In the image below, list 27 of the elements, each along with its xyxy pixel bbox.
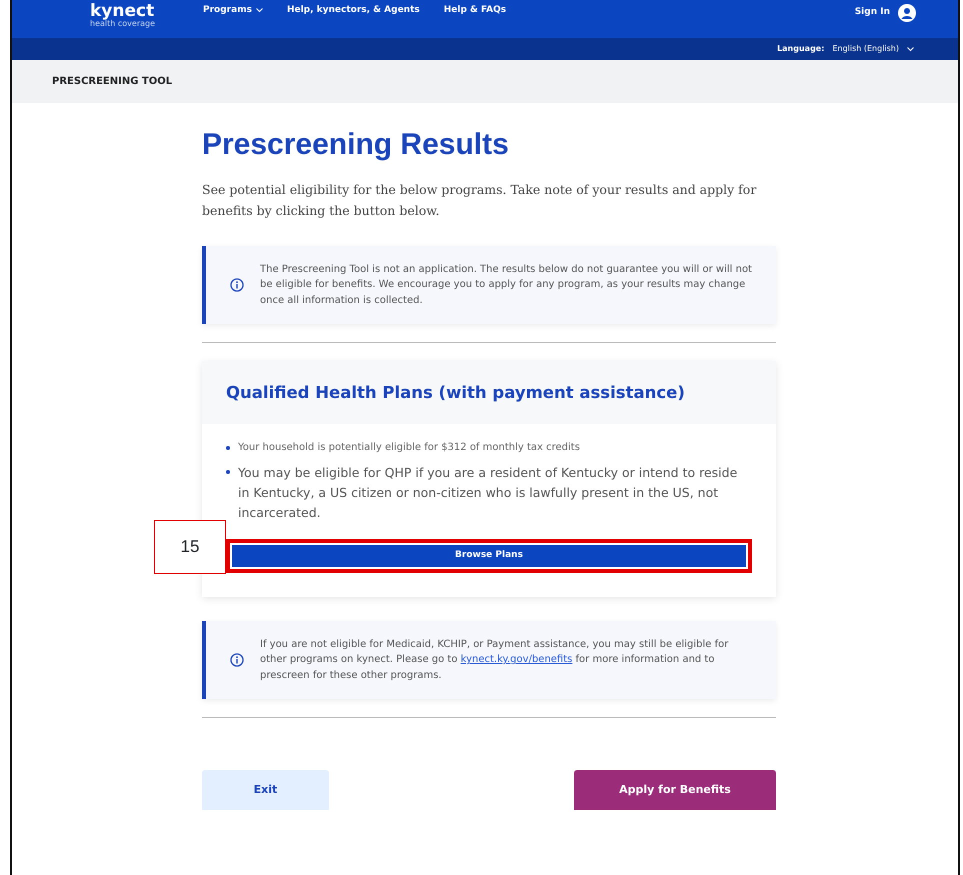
bullet-icon [226,470,230,474]
benefits-link[interactable]: kynect.ky.gov/benefits [460,654,572,666]
bullet-icon [226,446,230,450]
bullet-text: Your household is potentially eligible for $312 of monthly tax credits [238,440,580,455]
bullet-text: You may be eligible for QHP if you are a resident of Kentucky or intend to reside in Kentucky, a US citizen or non-citizen who is lawfully present in the US, not incarcerated. [238,464,738,522]
callout-number: 15 [154,520,226,574]
nav-link[interactable]: Help, kynectors, & Agents [286,4,420,18]
page-title: Prescreening Results [202,127,510,163]
language-label: Language: [777,43,824,55]
exit-button[interactable]: Exit [202,770,329,810]
notice-text: If you are not eligible for Medicaid, KCHIP, or Payment assistance, you may still be eligible for other programs on kynect. Please go to kynect.ky.gov/benefits for more information and to prescreen for these other programs. [260,638,730,683]
user-icon[interactable] [898,4,916,22]
nav-link[interactable]: Programs [203,4,263,18]
sign-in-link[interactable]: Sign In [854,6,890,20]
chevron-down-icon [907,46,914,52]
notice-text: The Prescreening Tool is not an application. The results below do not guarantee you will or will not be eligible for benefits. We encourage you to apply for any program, as your results may change once all information is collected. [260,262,752,308]
nav-link[interactable]: Help & FAQs [444,4,506,18]
logo-tagline: health coverage [90,20,156,28]
page-heading: PRESCREENING TOOL [52,75,172,89]
apply-button[interactable]: Apply for Benefits [574,770,776,810]
intro-text: See potential eligibility for the below programs. Take note of your results and apply for benefits by clicking the button below. [202,181,758,220]
info-icon [230,278,244,292]
browse-plans-button[interactable]: Browse Plans [226,538,752,573]
logo[interactable]: kynect [90,3,156,20]
language-selector[interactable]: English (English) [832,43,899,55]
program-title: Qualified Health Plans (with payment assistance) [202,361,776,424]
info-icon [230,653,244,667]
